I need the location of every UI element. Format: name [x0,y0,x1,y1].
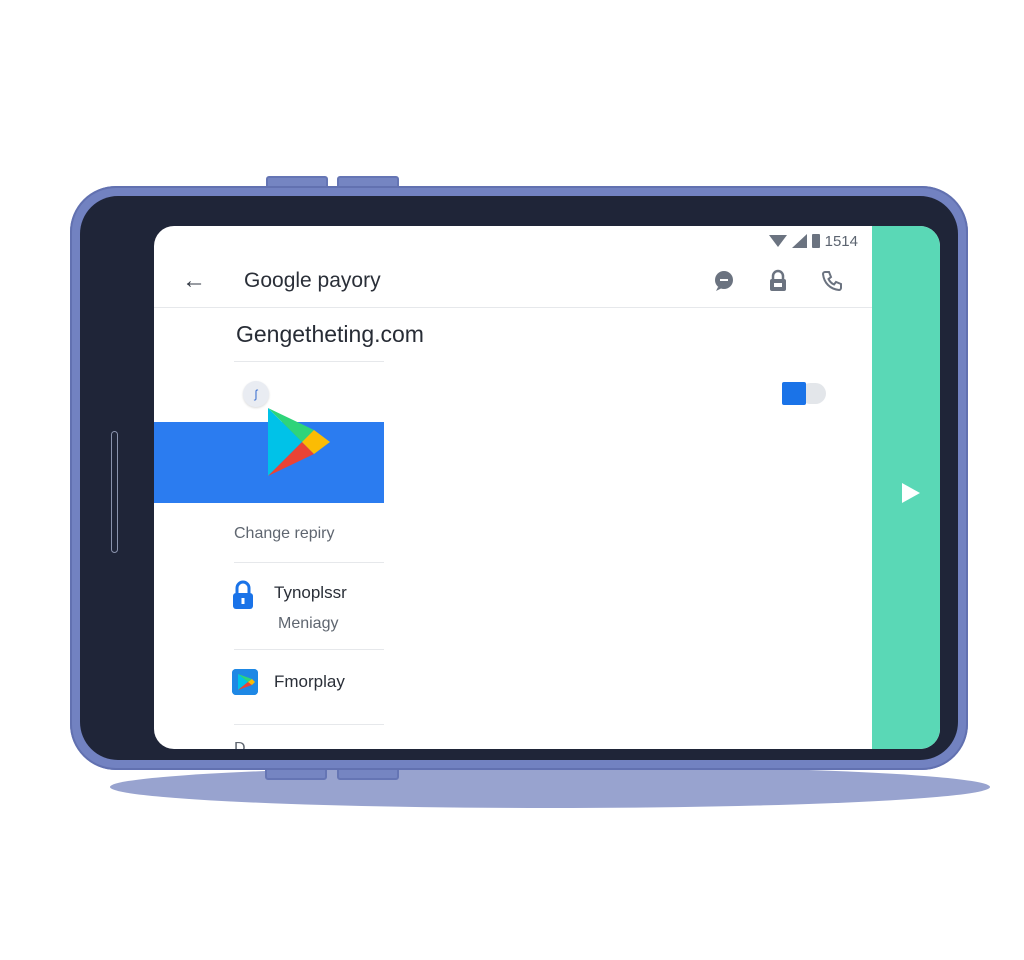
list-item-title[interactable]: Fmorplay [274,672,345,692]
battery-icon [811,234,820,248]
home-indicator [111,431,118,553]
phone-screen: 1514 ← Google payory Gengetheting.com ʃ … [154,226,940,749]
feature-toggle[interactable] [780,380,828,406]
list-divider-2 [234,649,384,650]
device-shadow [110,766,990,808]
phone-icon[interactable] [818,267,846,295]
section-title: Gengetheting.com [236,321,424,347]
app-bar: ← Google payory [154,256,872,308]
signal-icon [791,234,807,248]
lock-icon [233,580,253,609]
section-divider [234,361,384,362]
list-divider-1 [234,562,384,563]
list-divider-3 [234,724,384,725]
phone-bezel: 1514 ← Google payory Gengetheting.com ʃ … [80,196,958,760]
play-store-logo-icon [268,408,330,476]
status-time: 1514 [824,232,858,250]
wifi-icon [768,235,787,247]
play-store-icon [232,669,258,695]
play-arrow-icon[interactable] [902,483,920,503]
list-item-title[interactable]: Tynoplssr [274,583,347,603]
phone-frame: 1514 ← Google payory Gengetheting.com ʃ … [70,186,968,770]
settings-chip[interactable]: ʃ [243,381,269,407]
toggle-knob [782,382,806,405]
lock-outline-icon[interactable] [764,267,792,295]
app-title: Google payory [244,269,381,292]
scene: 1514 ← Google payory Gengetheting.com ʃ … [0,0,1024,960]
app-bar-actions [710,267,846,295]
side-panel[interactable] [872,226,940,749]
status-bar: 1514 [768,232,858,250]
list-item-subtitle: Meniagy [278,615,339,632]
arrow-back-icon[interactable]: ← [182,268,206,294]
list-header: Change repiry [234,525,335,542]
chat-icon[interactable] [710,267,738,295]
list-item-cut-off: D... [234,740,259,749]
